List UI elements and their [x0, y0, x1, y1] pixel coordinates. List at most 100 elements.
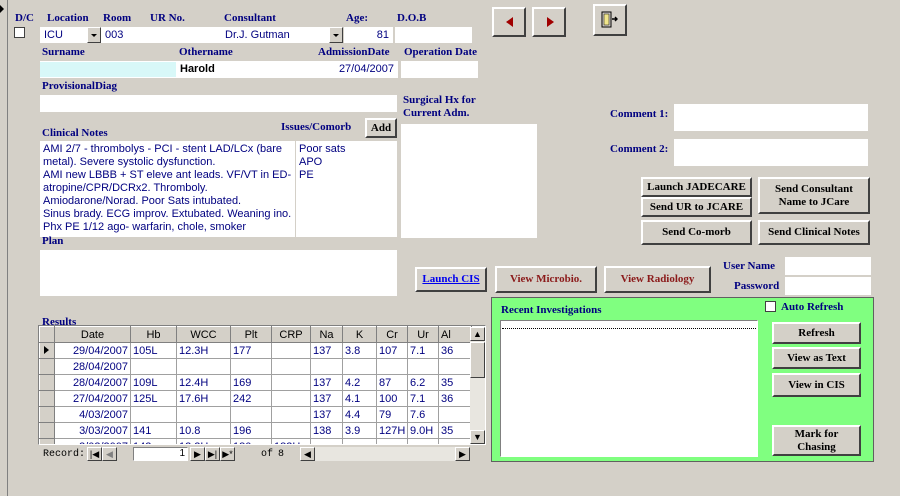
table-cell[interactable]: 100 [376, 390, 408, 407]
scroll-thumb[interactable] [470, 342, 485, 378]
results-header-wcc[interactable]: WCC [176, 326, 231, 343]
scroll-down-button[interactable]: ▼ [470, 430, 485, 444]
table-cell[interactable] [310, 438, 343, 444]
prev-record-button[interactable]: ◀ [102, 447, 117, 461]
table-cell[interactable]: 28/04/2007 [54, 374, 131, 391]
table-cell[interactable]: 27/04/2007 [54, 390, 131, 407]
table-cell[interactable]: 29/04/2007 [54, 342, 131, 359]
table-cell[interactable] [271, 422, 311, 439]
table-cell[interactable]: 7.1 [407, 390, 439, 407]
table-cell[interactable]: 36 [438, 342, 472, 359]
clinical-notes-field[interactable]: AMI 2/7 - thrombolys - PCI - stent LAD/L… [40, 141, 295, 237]
table-cell[interactable]: 87 [376, 374, 408, 391]
comment1-field[interactable] [674, 104, 868, 131]
table-cell[interactable]: 177 [230, 342, 272, 359]
row-selector[interactable] [39, 406, 55, 423]
table-cell[interactable] [310, 358, 343, 375]
results-header-ur[interactable]: Ur [407, 326, 439, 343]
table-cell[interactable] [230, 358, 272, 375]
table-cell[interactable]: 180 [230, 438, 272, 444]
row-selector[interactable] [39, 358, 55, 375]
results-vertical-scrollbar[interactable]: ▲ ▼ [470, 327, 485, 444]
table-row[interactable]: 3/03/2007 141 10.8 196 138 3.9 127H 9.0H 35 [39, 422, 472, 439]
table-cell[interactable]: 17.6H [176, 390, 231, 407]
surgical-hx-field[interactable] [401, 124, 537, 238]
record-number-field[interactable]: 1 [133, 447, 188, 461]
previous-record-button[interactable] [492, 7, 526, 37]
results-grid[interactable]: Date Hb WCC Plt CRP Na K Cr Ur Al 29/04/… [38, 325, 486, 445]
location-dropdown-button[interactable] [87, 27, 101, 43]
scroll-right-button[interactable]: ▶ [455, 447, 470, 461]
table-cell[interactable]: 28/04/2007 [54, 358, 131, 375]
table-cell[interactable] [271, 374, 311, 391]
table-cell[interactable]: 4/03/2007 [54, 406, 131, 423]
table-cell[interactable] [342, 358, 377, 375]
table-row[interactable]: 27/04/2007 125L 17.6H 242 137 4.1 100 7.1 36 [39, 390, 472, 407]
table-cell[interactable] [130, 406, 177, 423]
scroll-up-button[interactable]: ▲ [470, 327, 485, 341]
table-cell[interactable] [342, 438, 377, 444]
new-record-button[interactable]: ▶* [220, 447, 235, 461]
table-cell[interactable]: 137 [310, 342, 343, 359]
table-cell[interactable] [271, 406, 311, 423]
table-cell[interactable]: 79 [376, 406, 408, 423]
view-in-cis-button[interactable]: View in CIS [772, 373, 861, 397]
row-selector[interactable] [39, 422, 55, 439]
next-record-button[interactable] [532, 7, 566, 37]
view-microbio-button[interactable]: View Microbio. [495, 266, 597, 293]
first-record-button[interactable]: |◀ [87, 447, 102, 461]
table-row[interactable]: 3/03/200714212.2H180183H [39, 438, 472, 444]
recent-investigations-list[interactable] [500, 320, 758, 457]
results-header-k[interactable]: K [342, 326, 377, 343]
table-cell[interactable] [438, 406, 472, 423]
table-cell[interactable]: 35 [438, 374, 472, 391]
table-cell[interactable]: 4.4 [342, 406, 377, 423]
table-row[interactable]: 4/03/2007 137 4.4 79 7.6 [39, 406, 472, 423]
plan-field[interactable] [40, 250, 397, 296]
results-header-al[interactable]: Al [438, 326, 472, 343]
table-cell[interactable] [130, 358, 177, 375]
table-cell[interactable]: 12.4H [176, 374, 231, 391]
consultant-select[interactable]: Dr.J. Gutman [221, 27, 329, 43]
results-header-hb[interactable]: Hb [130, 326, 177, 343]
view-radiology-button[interactable]: View Radiology [604, 266, 711, 293]
dc-checkbox[interactable] [14, 27, 25, 38]
age-field[interactable]: 81 [344, 27, 393, 43]
table-cell[interactable]: 183H [271, 438, 311, 444]
exit-button[interactable] [593, 4, 627, 36]
table-cell[interactable]: 35 [438, 422, 472, 439]
table-cell[interactable] [271, 358, 311, 375]
results-header-crp[interactable]: CRP [271, 326, 311, 343]
results-header-plt[interactable]: Plt [230, 326, 272, 343]
table-cell[interactable]: 169 [230, 374, 272, 391]
send-consultant-to-jcare-button[interactable]: Send Consultant Name to JCare [758, 177, 870, 214]
table-cell[interactable]: 125L [130, 390, 177, 407]
location-select[interactable]: ICU [40, 27, 88, 43]
mark-for-chasing-button[interactable]: Mark for Chasing [772, 425, 861, 456]
table-cell[interactable]: 3/03/2007 [54, 422, 131, 439]
issue-item[interactable]: APO [299, 156, 394, 169]
table-cell[interactable]: 36 [438, 390, 472, 407]
user-name-field[interactable] [785, 257, 871, 275]
table-cell[interactable] [271, 342, 311, 359]
consultant-dropdown-button[interactable] [329, 27, 343, 43]
view-as-text-button[interactable]: View as Text [772, 347, 861, 369]
table-cell[interactable]: 138 [310, 422, 343, 439]
othername-field[interactable]: Harold [176, 61, 316, 78]
row-selector[interactable] [39, 390, 55, 407]
table-cell[interactable]: 3.8 [342, 342, 377, 359]
row-selector[interactable] [39, 438, 55, 444]
table-cell[interactable] [376, 358, 408, 375]
table-cell[interactable] [407, 358, 439, 375]
table-cell[interactable] [176, 406, 231, 423]
table-cell[interactable]: 4.2 [342, 374, 377, 391]
table-cell[interactable]: 6.2 [407, 374, 439, 391]
auto-refresh-checkbox[interactable] [765, 301, 776, 312]
table-cell[interactable]: 12.3H [176, 342, 231, 359]
refresh-button[interactable]: Refresh [772, 322, 861, 344]
table-cell[interactable]: 10.8 [176, 422, 231, 439]
next-record-nav-button[interactable]: ▶ [190, 447, 205, 461]
room-field[interactable]: 003 [101, 27, 221, 43]
table-cell[interactable] [176, 358, 231, 375]
results-horizontal-scrollbar[interactable]: ◀ ▶ [300, 447, 470, 461]
